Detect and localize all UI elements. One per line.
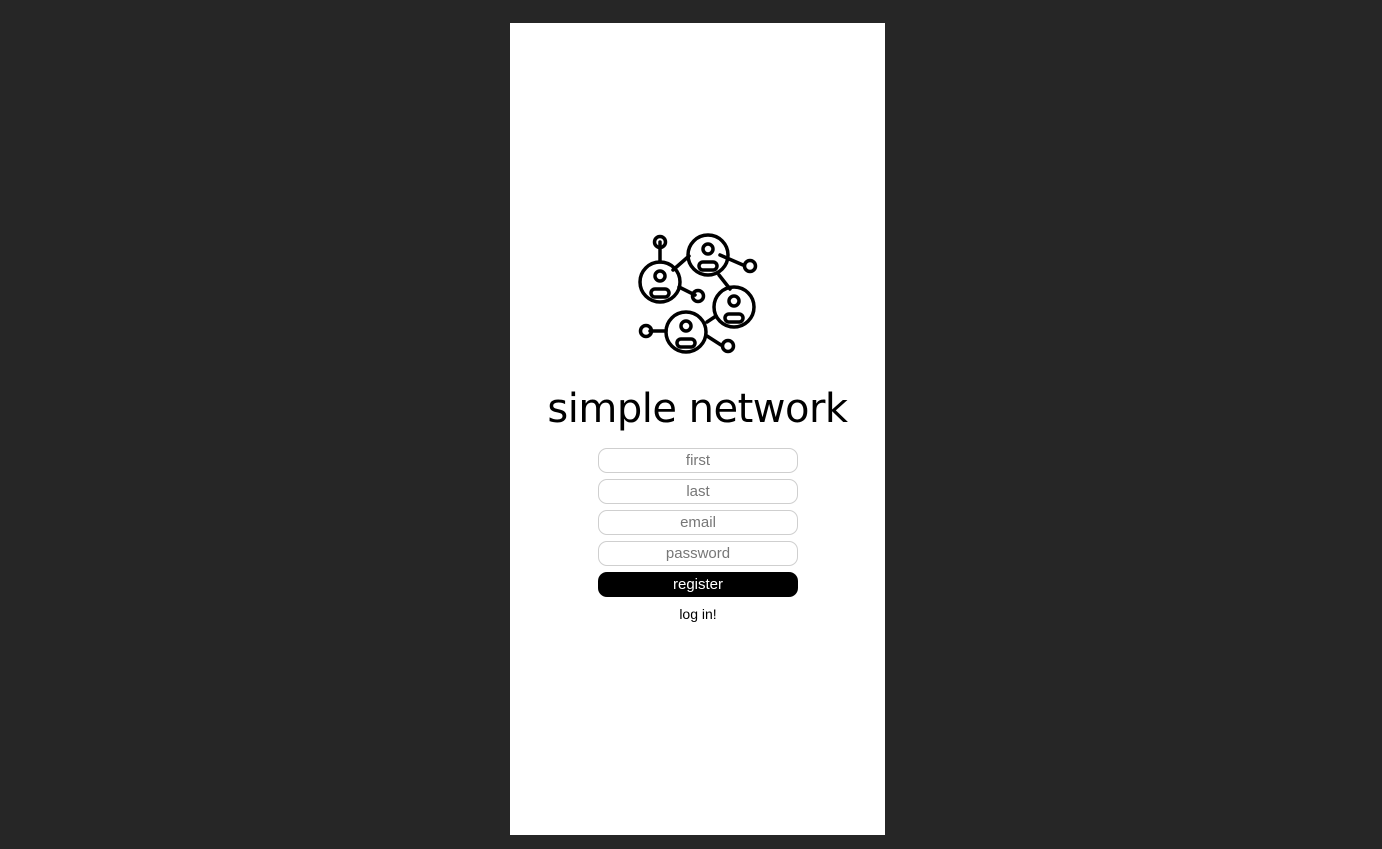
app-frame: simple network register log in! <box>510 23 885 835</box>
network-people-icon <box>637 232 762 357</box>
app-title: simple network <box>547 386 848 432</box>
register-form: register log in! <box>598 448 798 622</box>
register-button[interactable]: register <box>598 572 798 597</box>
first-name-field[interactable] <box>598 448 798 473</box>
password-field[interactable] <box>598 541 798 566</box>
last-name-field[interactable] <box>598 479 798 504</box>
email-field[interactable] <box>598 510 798 535</box>
login-link[interactable]: log in! <box>598 606 798 622</box>
